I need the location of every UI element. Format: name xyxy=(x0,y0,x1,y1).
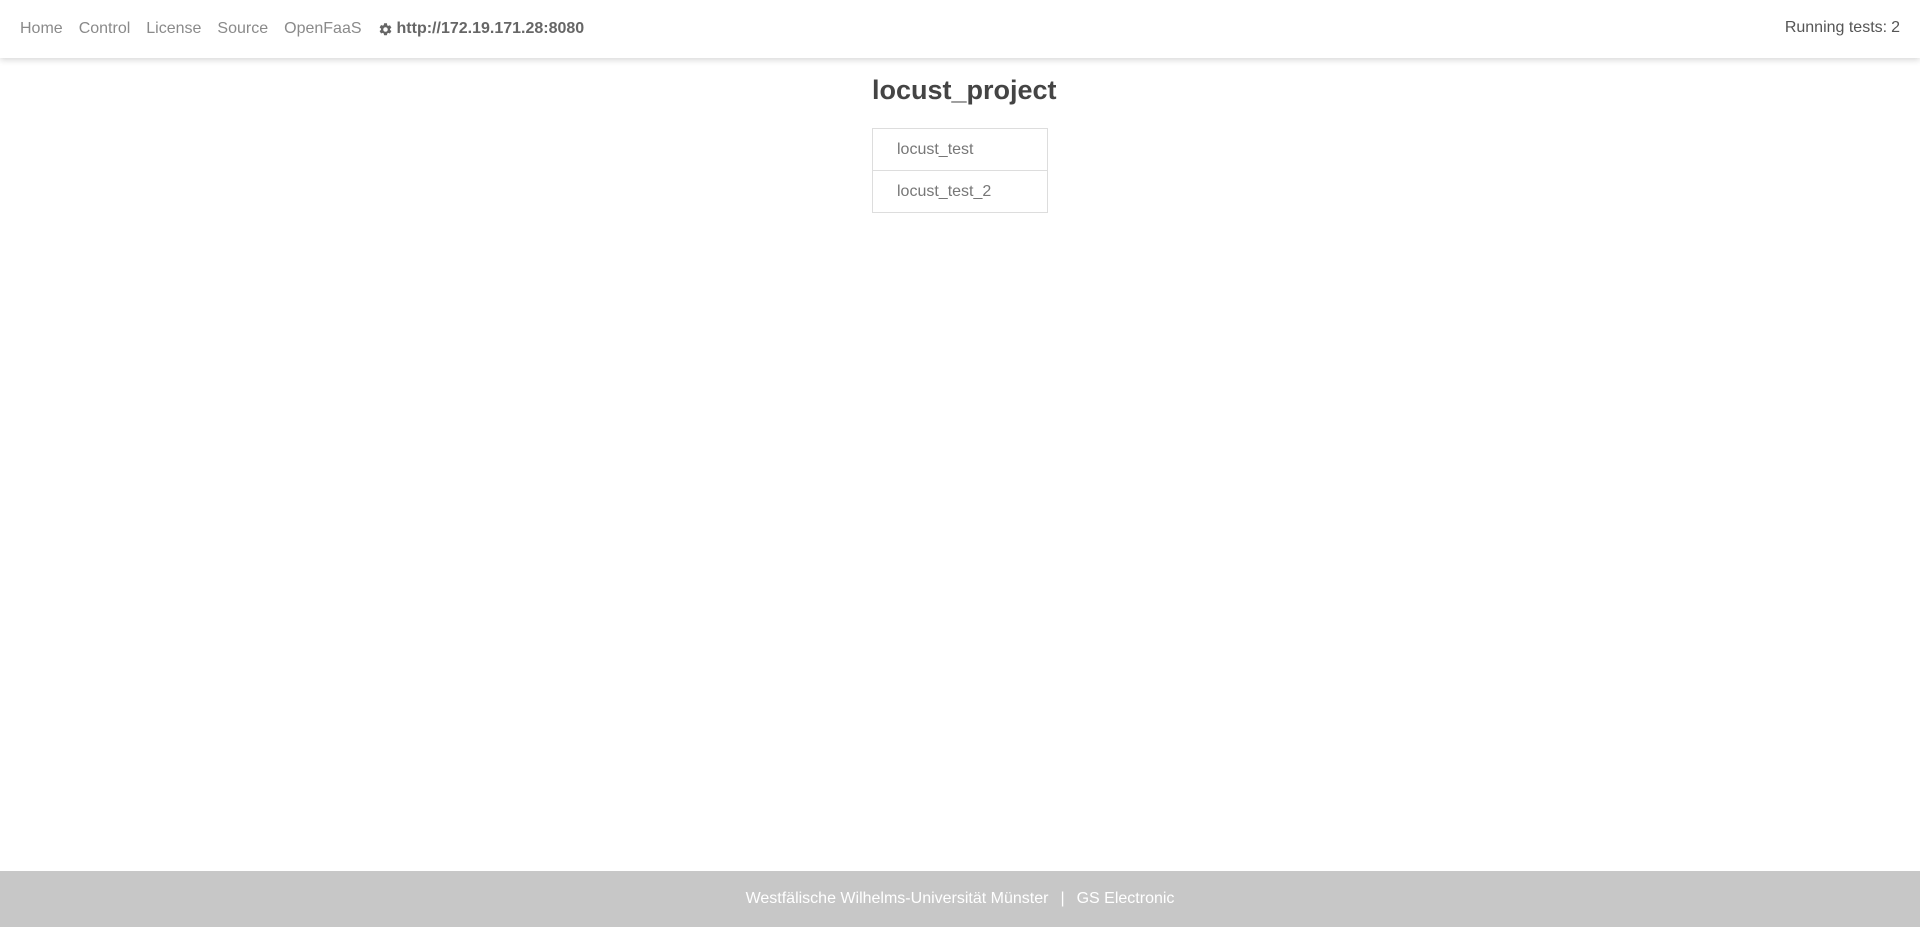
nav-link-source[interactable]: Source xyxy=(217,20,268,38)
running-tests-status: Running tests: 2 xyxy=(1785,0,1900,56)
footer-university-link[interactable]: Westfälische Wilhelms-Universität Münste… xyxy=(746,890,1049,908)
page-title: locust_project xyxy=(872,75,1057,105)
project-panel: locust_project locust_test locust_test_2 xyxy=(872,68,1057,213)
nav-link-home[interactable]: Home xyxy=(20,20,63,38)
footer: Westfälische Wilhelms-Universität Münste… xyxy=(0,871,1920,927)
host-settings-link[interactable]: http://172.19.171.28:8080 xyxy=(378,20,585,38)
running-tests-label: Running tests: xyxy=(1784,19,1888,36)
top-navbar: Home Control License Source OpenFaaS htt… xyxy=(0,0,1920,58)
gear-icon xyxy=(379,22,391,35)
test-item-locust-test-2[interactable]: locust_test_2 xyxy=(873,170,1047,212)
nav-link-control[interactable]: Control xyxy=(79,20,131,38)
nav-link-openfaas[interactable]: OpenFaaS xyxy=(284,20,361,38)
footer-separator: | xyxy=(1060,890,1065,907)
main-nav: Home Control License Source OpenFaaS htt… xyxy=(20,0,584,58)
nav-link-license[interactable]: License xyxy=(146,20,201,38)
host-url: http://172.19.171.28:8080 xyxy=(396,20,585,37)
test-item-locust-test[interactable]: locust_test xyxy=(873,129,1047,170)
main-content: locust_project locust_test locust_test_2 xyxy=(0,58,1920,871)
footer-company-link[interactable]: GS Electronic xyxy=(1077,890,1175,908)
test-list: locust_test locust_test_2 xyxy=(872,128,1048,213)
running-tests-count: 2 xyxy=(1891,19,1900,36)
